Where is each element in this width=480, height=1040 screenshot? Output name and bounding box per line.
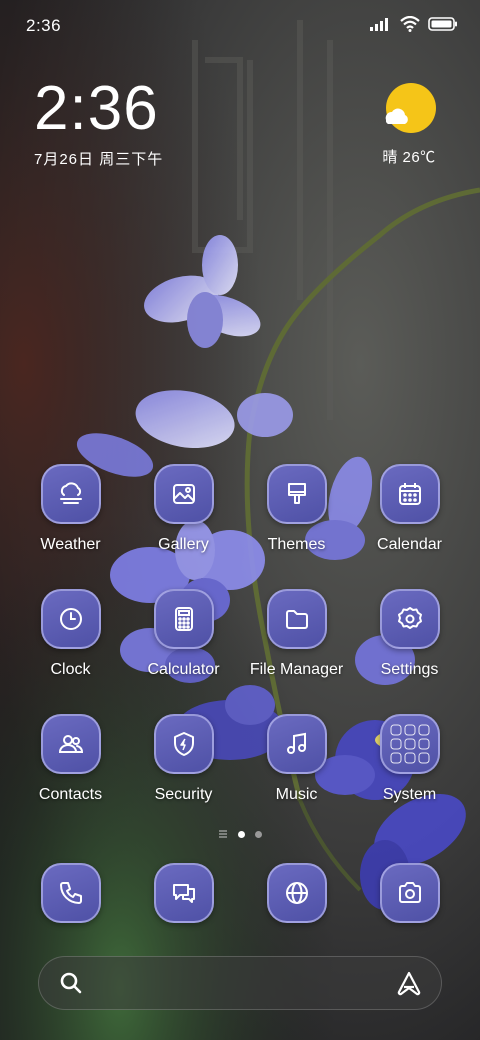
- feed-page-icon: [219, 830, 227, 838]
- app-grid: Weather Gallery Themes Calendar Clock Ca…: [14, 464, 466, 839]
- app-label: Contacts: [38, 786, 103, 803]
- clock-icon: [59, 608, 82, 630]
- app-tile[interactable]: [153, 464, 214, 524]
- app-clock[interactable]: Clock: [14, 589, 127, 714]
- contacts-icon: [58, 735, 83, 753]
- app-themes[interactable]: Themes: [240, 464, 353, 589]
- app-label: Gallery: [158, 536, 209, 553]
- status-bar: 2:36: [26, 14, 458, 38]
- widget-date: 7月26日 周三下午: [34, 151, 164, 168]
- dock-tile[interactable]: [379, 863, 440, 923]
- clock-widget[interactable]: 2:36 7月26日 周三下午: [34, 78, 163, 169]
- app-label: Music: [275, 786, 318, 803]
- app-label: File Manager: [249, 661, 344, 678]
- dock-tile[interactable]: [40, 863, 101, 923]
- folder-grid-icon: [390, 724, 429, 764]
- app-contacts[interactable]: Contacts: [14, 714, 127, 839]
- app-tile[interactable]: [379, 464, 440, 524]
- status-time: 2:36: [26, 16, 62, 35]
- app-label: Clock: [50, 661, 91, 678]
- weather-temp: 晴 26℃: [382, 149, 436, 166]
- page-indicator[interactable]: [0, 829, 480, 839]
- app-file-manager[interactable]: File Manager: [240, 589, 353, 714]
- app-tile[interactable]: [40, 589, 101, 649]
- app-tile[interactable]: [379, 589, 440, 649]
- dock: [14, 863, 466, 923]
- signal-icon: [370, 18, 388, 31]
- messages-icon: [172, 884, 195, 903]
- app-gallery[interactable]: Gallery: [127, 464, 240, 589]
- page-dot-active: [238, 830, 245, 838]
- app-folder-system[interactable]: System: [353, 714, 466, 839]
- assistant-icon[interactable]: [395, 970, 423, 996]
- calendar-icon: [398, 483, 421, 505]
- weather-icon: [59, 482, 82, 504]
- app-label: Settings: [380, 661, 439, 678]
- dock-camera[interactable]: [353, 863, 466, 923]
- camera-icon: [398, 882, 421, 903]
- app-tile[interactable]: [153, 589, 214, 649]
- app-music[interactable]: Music: [240, 714, 353, 839]
- battery-icon: [428, 17, 457, 31]
- shield-icon: [173, 732, 194, 756]
- app-tile[interactable]: [40, 714, 101, 774]
- weather-widget[interactable]: 晴 26℃: [374, 82, 444, 167]
- settings-icon: [397, 607, 422, 629]
- app-label: Calendar: [377, 536, 442, 553]
- dock-phone[interactable]: [14, 863, 127, 923]
- app-tile[interactable]: [266, 714, 327, 774]
- search-icon[interactable]: [59, 971, 83, 995]
- app-tile[interactable]: [379, 714, 440, 774]
- folder-icon: [285, 610, 308, 629]
- dock-browser[interactable]: [240, 863, 353, 923]
- app-label: Security: [154, 786, 213, 803]
- app-calendar[interactable]: Calendar: [353, 464, 466, 589]
- phone-icon: [59, 882, 82, 904]
- search-bar[interactable]: [38, 956, 442, 1010]
- dock-tile[interactable]: [153, 863, 214, 923]
- themes-icon: [287, 483, 306, 504]
- app-calculator[interactable]: Calculator: [127, 589, 240, 714]
- app-tile[interactable]: [266, 589, 327, 649]
- widget-clock-time: 2:36: [34, 74, 159, 143]
- page-dot: [255, 830, 262, 838]
- app-tile[interactable]: [40, 464, 101, 524]
- gallery-icon: [172, 484, 195, 504]
- app-label: Calculator: [147, 661, 220, 678]
- app-tile[interactable]: [153, 714, 214, 774]
- music-icon: [286, 732, 306, 754]
- dock-tile[interactable]: [266, 863, 327, 923]
- app-settings[interactable]: Settings: [353, 589, 466, 714]
- app-label: Themes: [267, 536, 326, 553]
- calculator-icon: [174, 607, 193, 631]
- app-security[interactable]: Security: [127, 714, 240, 839]
- app-weather[interactable]: Weather: [14, 464, 127, 589]
- browser-icon: [285, 882, 308, 904]
- app-tile[interactable]: [266, 464, 327, 524]
- sun-cloud-icon: [385, 83, 436, 133]
- app-label: System: [382, 786, 437, 803]
- app-label: Weather: [40, 536, 101, 553]
- wifi-icon: [400, 16, 420, 32]
- dock-messages[interactable]: [127, 863, 240, 923]
